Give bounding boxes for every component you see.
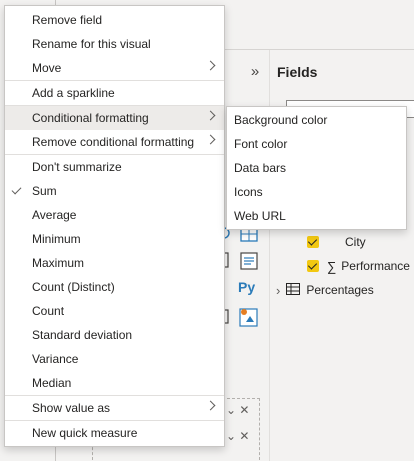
- menu-item-rename[interactable]: Rename for this visual: [5, 32, 224, 56]
- submenu-item-icons[interactable]: Icons: [227, 180, 406, 204]
- menu-item-remove-field[interactable]: Remove field: [5, 8, 224, 32]
- field-label: Percentages: [306, 283, 374, 297]
- chevron-right-icon: [205, 134, 216, 145]
- doc-viz-icon[interactable]: [240, 252, 258, 270]
- double-chevron-right-icon: »: [250, 63, 259, 80]
- checkbox-checked-icon[interactable]: [307, 260, 319, 272]
- menu-item-move[interactable]: Move: [5, 56, 224, 80]
- well-row-1-controls[interactable]: ⌄ ✕: [226, 403, 258, 421]
- field-label: City: [345, 235, 366, 249]
- menu-item-median[interactable]: Median: [5, 371, 224, 395]
- fields-pane-title: Fields: [277, 64, 318, 80]
- menu-item-maximum[interactable]: Maximum: [5, 251, 224, 275]
- field-item-city[interactable]: City: [307, 232, 366, 252]
- table-icon: [286, 282, 301, 298]
- menu-item-sum[interactable]: Sum: [5, 179, 224, 203]
- menu-item-remove-conditional-formatting[interactable]: Remove conditional formatting: [5, 130, 224, 154]
- field-item-performance[interactable]: ∑ Performance: [307, 256, 410, 276]
- submenu-item-font-color[interactable]: Font color: [227, 132, 406, 156]
- shape-map-icon[interactable]: [238, 306, 260, 327]
- submenu-item-data-bars[interactable]: Data bars: [227, 156, 406, 180]
- conditional-formatting-submenu: Background color Font color Data bars Ic…: [226, 106, 407, 230]
- menu-item-count[interactable]: Count: [5, 299, 224, 323]
- sum-icon: ∑: [327, 258, 337, 274]
- menu-item-minimum[interactable]: Minimum: [5, 227, 224, 251]
- chevron-right-icon: [205, 60, 216, 71]
- python-icon[interactable]: Py: [238, 279, 260, 297]
- menu-item-variance[interactable]: Variance: [5, 347, 224, 371]
- expand-pane-button[interactable]: »: [244, 62, 264, 82]
- well-row-2-controls[interactable]: ⌄ ✕: [226, 429, 258, 447]
- menu-item-show-value-as[interactable]: Show value as: [5, 396, 224, 420]
- menu-item-conditional-formatting[interactable]: Conditional formatting: [5, 106, 224, 130]
- field-table-percentages[interactable]: › Percentages: [276, 280, 374, 300]
- menu-item-dont-summarize[interactable]: Don't summarize: [5, 155, 224, 179]
- submenu-item-background-color[interactable]: Background color: [227, 108, 406, 132]
- chevron-right-icon[interactable]: ›: [276, 283, 280, 298]
- menu-item-add-sparkline[interactable]: Add a sparkline: [5, 81, 224, 105]
- chevron-right-icon: [205, 400, 216, 411]
- menu-item-count-distinct[interactable]: Count (Distinct): [5, 275, 224, 299]
- checkmark-icon: [11, 184, 22, 195]
- menu-item-standard-deviation[interactable]: Standard deviation: [5, 323, 224, 347]
- submenu-item-web-url[interactable]: Web URL: [227, 204, 406, 228]
- checkbox-checked-icon[interactable]: [307, 236, 319, 248]
- field-label: Performance: [341, 259, 410, 273]
- chevron-right-icon: [205, 110, 216, 121]
- menu-item-new-quick-measure[interactable]: New quick measure: [5, 421, 224, 445]
- field-context-menu: Remove field Rename for this visual Move…: [4, 5, 225, 447]
- menu-item-average[interactable]: Average: [5, 203, 224, 227]
